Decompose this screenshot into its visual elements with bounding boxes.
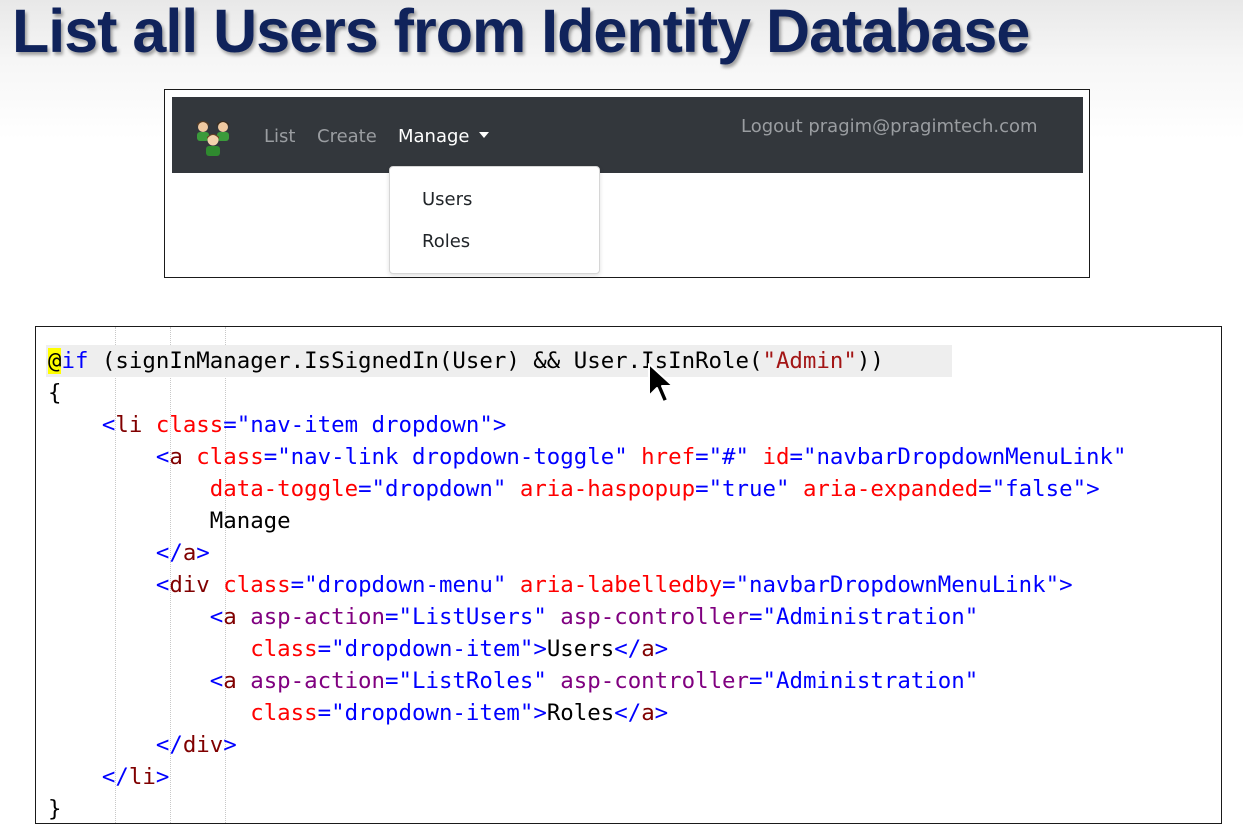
mouse-pointer-icon [648, 363, 674, 403]
code-line-5: data-toggle="dropdown" aria-haspopup="tr… [209, 476, 1100, 502]
code-editor-panel: @if (signInManager.IsSignedIn(User) && U… [35, 326, 1222, 824]
nav-link-create[interactable]: Create [317, 126, 377, 147]
code-line-12: class="dropdown-item">Roles</a> [250, 700, 669, 726]
code-line-10: class="dropdown-item">Users</a> [250, 636, 669, 662]
slide-title: List all Users from Identity Database [12, 0, 1030, 65]
code-line-13: </div> [155, 732, 237, 758]
manage-dropdown-menu: Users Roles [389, 166, 600, 274]
code-line-3: <li class="nav-item dropdown"> [101, 412, 507, 438]
nav-manage-label: Manage [398, 126, 470, 147]
nav-dropdown-manage[interactable]: Manage [398, 126, 489, 147]
code-line-8: <div class="dropdown-menu" aria-labelled… [155, 572, 1073, 598]
logout-link[interactable]: Logout pragim@pragimtech.com [741, 116, 1038, 137]
navbar: List Create Manage Logout pragim@pragimt… [172, 97, 1083, 173]
app-demo-frame: List Create Manage Logout pragim@pragimt… [164, 89, 1090, 278]
caret-down-icon [478, 132, 489, 138]
code-line-1: @if (signInManager.IsSignedIn(User) && U… [48, 348, 884, 374]
code-line-14: </li> [101, 764, 170, 790]
code-line-9: <a asp-action="ListUsers" asp-controller… [209, 604, 979, 630]
code-line-6: Manage [209, 508, 291, 534]
code-line-7: </a> [155, 540, 210, 566]
dropdown-item-roles[interactable]: Roles [422, 231, 470, 252]
code-line-11: <a asp-action="ListRoles" asp-controller… [209, 668, 979, 694]
nav-link-list[interactable]: List [264, 126, 295, 147]
users-group-icon[interactable] [192, 115, 236, 159]
code-line-4: <a class="nav-link dropdown-toggle" href… [155, 444, 1127, 470]
code-line-15: } [48, 796, 62, 822]
code-line-2: { [48, 380, 62, 406]
dropdown-item-users[interactable]: Users [422, 189, 472, 210]
